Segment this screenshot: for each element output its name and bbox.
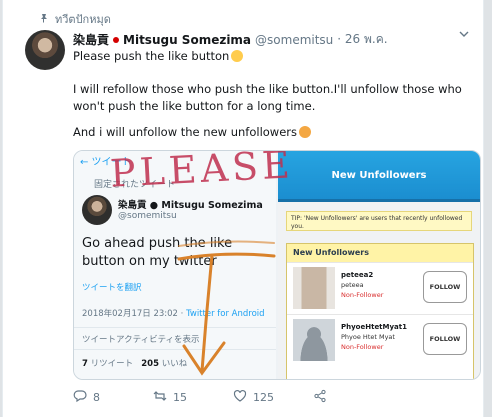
- tweet-media[interactable]: ← ツイート 固定されたツイート 染島貢 ● Mitsugu Somezima …: [73, 150, 481, 380]
- tweet-text-para2: I will refollow those who push the like …: [73, 82, 462, 113]
- user-handle[interactable]: @somemitsu: [255, 33, 333, 47]
- list-item: PhyoeHtetMyat1 Phyoe Htet Myat Non-Follo…: [287, 314, 473, 365]
- unfollowers-header: New Unfollowers: [278, 151, 480, 202]
- default-avatar-icon: [293, 319, 335, 361]
- screenshot-divider: [74, 327, 276, 328]
- tweet-text-line1: Please push the like button: [73, 48, 473, 65]
- screenshot-avatar: [82, 195, 112, 225]
- heart-icon: [233, 389, 247, 406]
- tweet-date[interactable]: · 26 พ.ค.: [337, 30, 387, 49]
- share-icon: [313, 389, 327, 406]
- reply-count: 8: [93, 391, 100, 404]
- screenshot-name: 染島貢 ● Mitsugu Somezima: [118, 200, 263, 211]
- pinned-label: ทวีตปักหมุด: [55, 13, 111, 26]
- unfollower-status: Non-Follower: [341, 291, 384, 299]
- screenshot-translate: ツイートを翻訳: [82, 283, 142, 293]
- tweet-card[interactable]: ทวีตปักหมุด 染島貢 Mitsugu Somezima @somemi…: [2, 0, 484, 417]
- unfollowers-panel-title: New Unfollowers: [287, 244, 473, 262]
- smile-emoji-icon: [231, 50, 244, 62]
- annoyed-emoji-icon: [299, 126, 311, 138]
- screenshot-divider-2: [74, 349, 276, 350]
- user-photo: [293, 267, 335, 309]
- list-item: peteea2 peteea Non-Follower FOLLOW: [287, 262, 473, 313]
- pinned-indicator: ทวีตปักหมุด: [39, 10, 111, 28]
- unfollower-username: PhyoeHtetMyat1: [341, 323, 408, 331]
- reply-icon: [73, 389, 87, 406]
- flag-dot-icon: [113, 36, 120, 43]
- screenshot-activity: ツイートアクティビティを表示: [82, 335, 200, 345]
- unfollowers-tip: TIP: 'New Unfollowers' are users that re…: [286, 211, 472, 231]
- tweet-header: 染島貢 Mitsugu Somezima @somemitsu · 26 พ.ค…: [73, 30, 388, 49]
- display-name-en[interactable]: Mitsugu Somezima: [123, 33, 251, 47]
- pin-icon: [39, 13, 49, 26]
- follow-button: FOLLOW: [423, 323, 467, 355]
- follow-button: FOLLOW: [423, 271, 467, 303]
- retweet-count: 15: [173, 391, 187, 404]
- unfollowers-panel: New Unfollowers peteea2 peteea Non-Follo…: [286, 243, 474, 379]
- avatar[interactable]: [25, 30, 65, 70]
- unfollower-realname: peteea: [341, 281, 364, 289]
- chevron-down-icon[interactable]: [459, 30, 469, 41]
- tweet-actions: 8 15 125: [73, 389, 393, 406]
- like-button[interactable]: 125: [233, 389, 313, 406]
- share-button[interactable]: [313, 389, 393, 406]
- display-name[interactable]: 染島貢: [73, 31, 109, 48]
- screenshot-body: Go ahead push the like button on my twit…: [82, 236, 233, 269]
- like-count: 125: [253, 391, 274, 404]
- unfollower-realname: Phyoe Htet Myat: [341, 333, 395, 341]
- unfollower-status: Non-Follower: [341, 343, 384, 351]
- screenshot-time: 2018年02月17日 23:02 · Twitter for Android: [82, 309, 265, 319]
- unfollower-username: peteea2: [341, 271, 374, 279]
- retweet-icon: [153, 389, 167, 406]
- screenshot-handle: @somemitsu: [118, 211, 177, 221]
- tweet-text-para3: And i will unfollow the new unfollowers: [73, 124, 473, 141]
- retweet-button[interactable]: 15: [153, 389, 233, 406]
- screenshot-stats: 7 リツイート 205 いいね: [82, 359, 188, 369]
- screenshot-right: New Unfollowers TIP: 'New Unfollowers' a…: [278, 151, 480, 379]
- reply-button[interactable]: 8: [73, 389, 153, 406]
